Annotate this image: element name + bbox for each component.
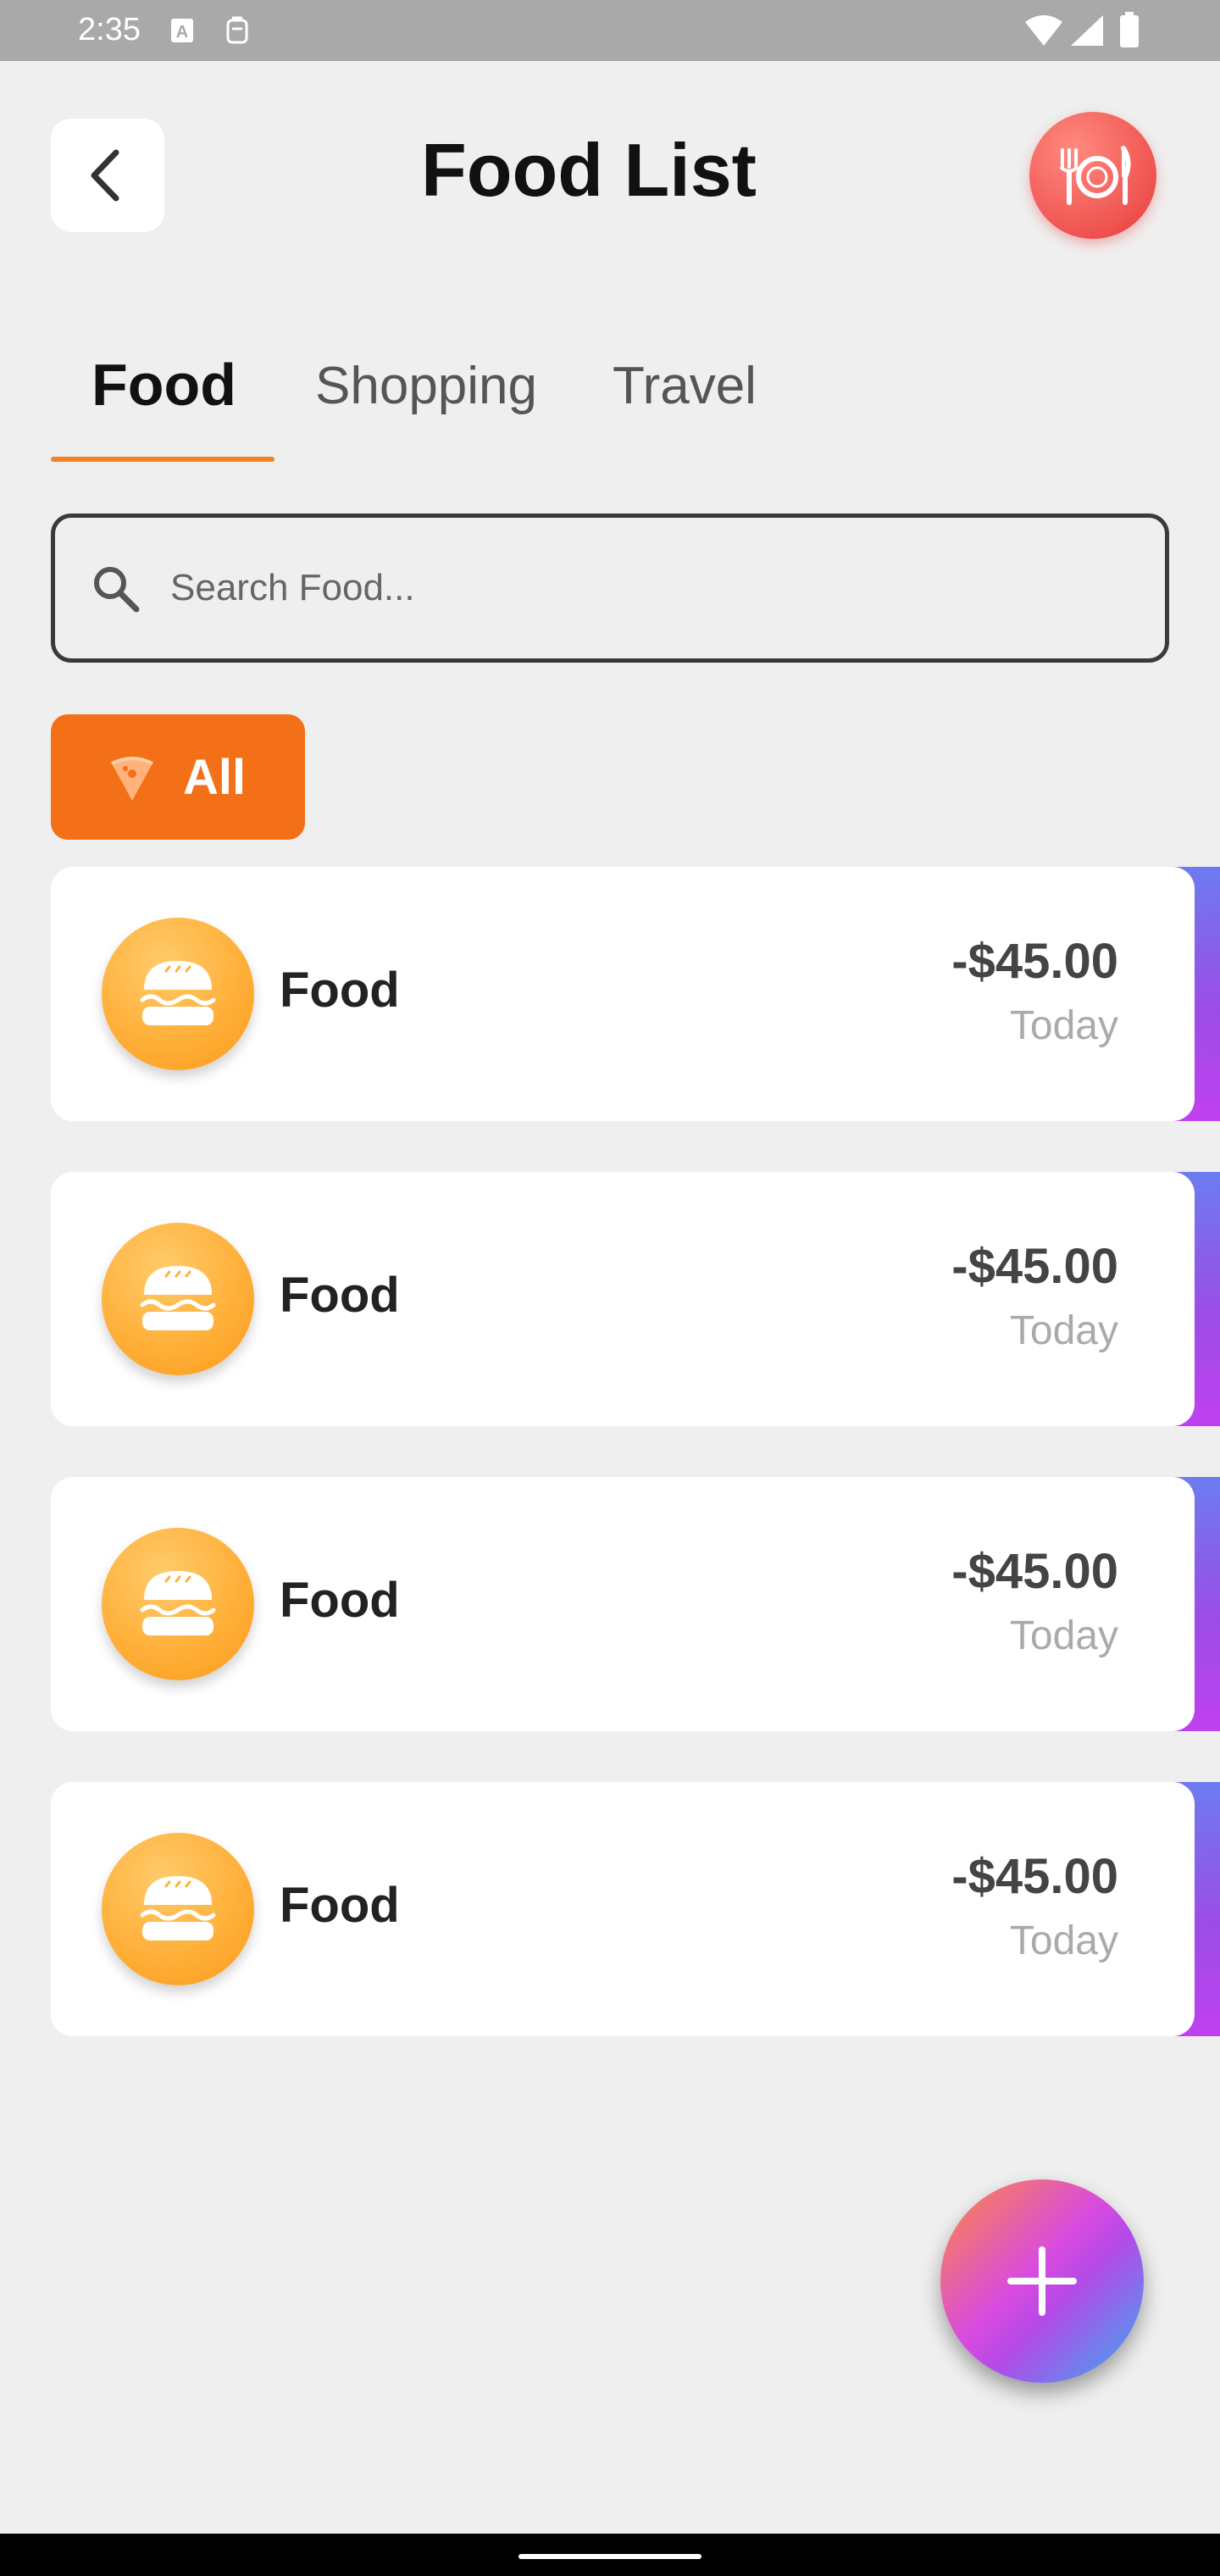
tab-travel[interactable]: Travel: [613, 356, 757, 416]
item-date: Today: [1009, 1918, 1118, 1963]
item-amount: -$45.00: [951, 1544, 1118, 1599]
item-date: Today: [1009, 1613, 1118, 1658]
burger-icon: [102, 918, 254, 1070]
battery-icon: [1120, 12, 1139, 47]
item-date: Today: [1009, 1003, 1118, 1048]
item-title: Food: [280, 1878, 400, 1933]
pizza-slice-icon: [111, 757, 153, 801]
list-item[interactable]: Food -$45.00 Today: [51, 1477, 1220, 1731]
item-title: Food: [280, 1268, 400, 1323]
status-bar: 2:35 A: [0, 0, 1220, 61]
filter-all-chip[interactable]: All: [51, 714, 305, 840]
item-date: Today: [1009, 1308, 1118, 1353]
burger-icon: [102, 1223, 254, 1375]
tab-food[interactable]: Food: [92, 351, 236, 419]
plus-icon: [1007, 2246, 1077, 2316]
search-icon: [94, 567, 140, 613]
list-item[interactable]: Food -$45.00 Today: [51, 867, 1220, 1121]
keyboard-notification-icon: A: [171, 19, 193, 42]
tab-shopping[interactable]: Shopping: [315, 356, 537, 416]
list-item-card[interactable]: Food -$45.00 Today: [51, 1782, 1195, 2036]
app-notification-icon: [226, 16, 248, 44]
list-item-card[interactable]: Food -$45.00 Today: [51, 1477, 1195, 1731]
search-input[interactable]: [170, 518, 1136, 658]
add-item-button[interactable]: [940, 2179, 1144, 2383]
list-item-card[interactable]: Food -$45.00 Today: [51, 867, 1195, 1121]
list-item[interactable]: Food -$45.00 Today: [51, 1782, 1220, 2036]
restaurant-badge[interactable]: [1029, 112, 1156, 239]
item-amount: -$45.00: [951, 934, 1118, 989]
system-nav-bar: [0, 2534, 1220, 2576]
list-item-card[interactable]: Food -$45.00 Today: [51, 1172, 1195, 1426]
plate-cutlery-icon: [1059, 146, 1131, 205]
item-amount: -$45.00: [951, 1849, 1118, 1904]
item-title: Food: [280, 963, 400, 1018]
app-screen: 2:35 A Food List Food Shopping Travel Se…: [0, 0, 1220, 2576]
list-item[interactable]: Food -$45.00 Today: [51, 1172, 1220, 1426]
item-amount: -$45.00: [951, 1239, 1118, 1294]
cellular-signal-icon: [1071, 15, 1103, 46]
wifi-icon: [1025, 15, 1062, 46]
home-indicator[interactable]: [518, 2554, 702, 2559]
burger-icon: [102, 1528, 254, 1680]
active-tab-indicator: [51, 457, 274, 462]
svg-text:A: A: [176, 23, 188, 42]
status-time: 2:35: [78, 12, 141, 47]
page-title: Food List: [421, 128, 757, 212]
item-title: Food: [280, 1573, 400, 1628]
burger-icon: [102, 1833, 254, 1985]
search-box[interactable]: [51, 514, 1169, 663]
filter-all-label: All: [183, 749, 247, 805]
